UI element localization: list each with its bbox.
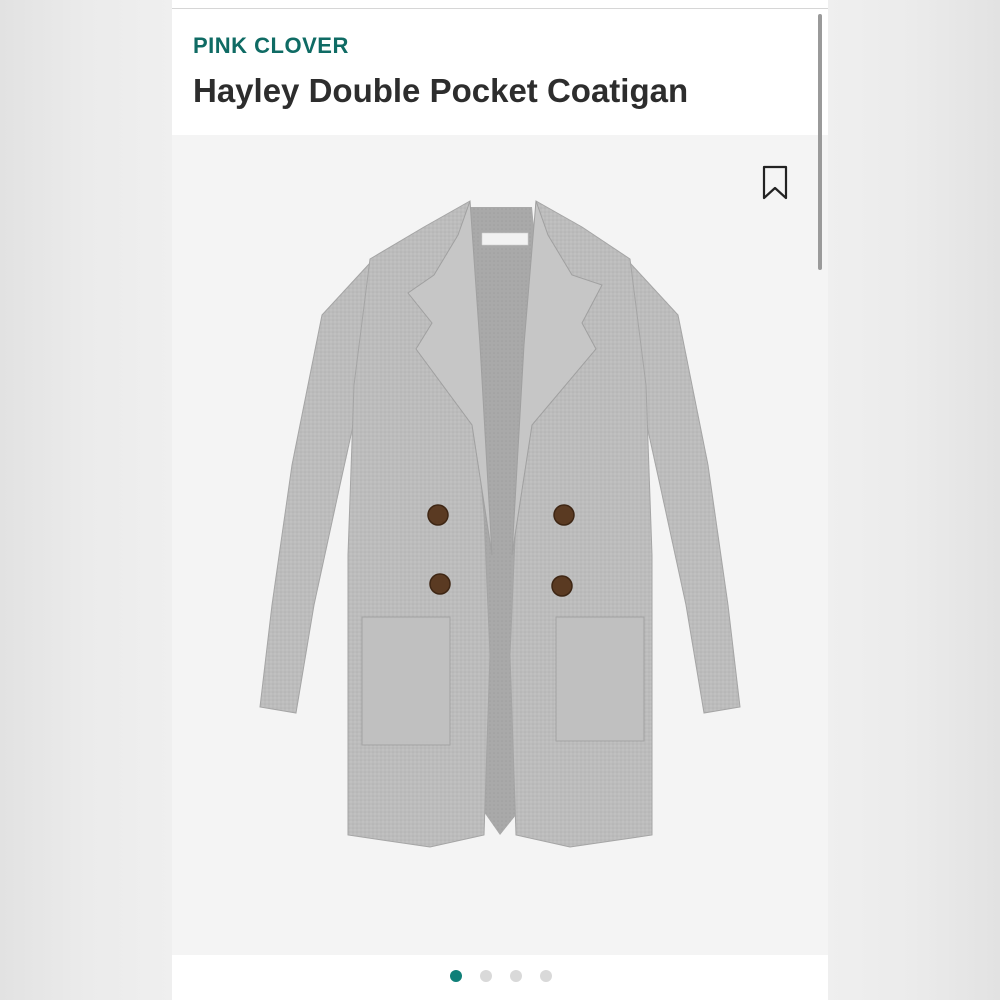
scrollbar[interactable]: [818, 14, 822, 270]
product-screen: PINK CLOVER Hayley Double Pocket Coatiga…: [172, 0, 828, 1000]
coatigan-illustration: [259, 200, 741, 848]
carousel-dot-2[interactable]: [480, 970, 492, 982]
product-image[interactable]: [172, 135, 828, 955]
carousel-pagination: [172, 955, 828, 1000]
neck-label: [481, 232, 529, 246]
coat-button: [427, 504, 449, 526]
coat-right-pocket: [555, 616, 645, 742]
backdrop-right: [828, 0, 1000, 1000]
coat-button: [429, 573, 451, 595]
brand-name[interactable]: PINK CLOVER: [193, 33, 349, 59]
coat-button: [551, 575, 573, 597]
carousel-dot-3[interactable]: [510, 970, 522, 982]
bookmark-icon[interactable]: [762, 165, 788, 201]
backdrop-left: [0, 0, 172, 1000]
product-title: Hayley Double Pocket Coatigan: [193, 72, 689, 109]
carousel-dot-1[interactable]: [450, 970, 462, 982]
carousel-dot-4[interactable]: [540, 970, 552, 982]
product-header: PINK CLOVER Hayley Double Pocket Coatiga…: [172, 9, 828, 135]
coat-left-pocket: [361, 616, 451, 746]
coat-button: [553, 504, 575, 526]
